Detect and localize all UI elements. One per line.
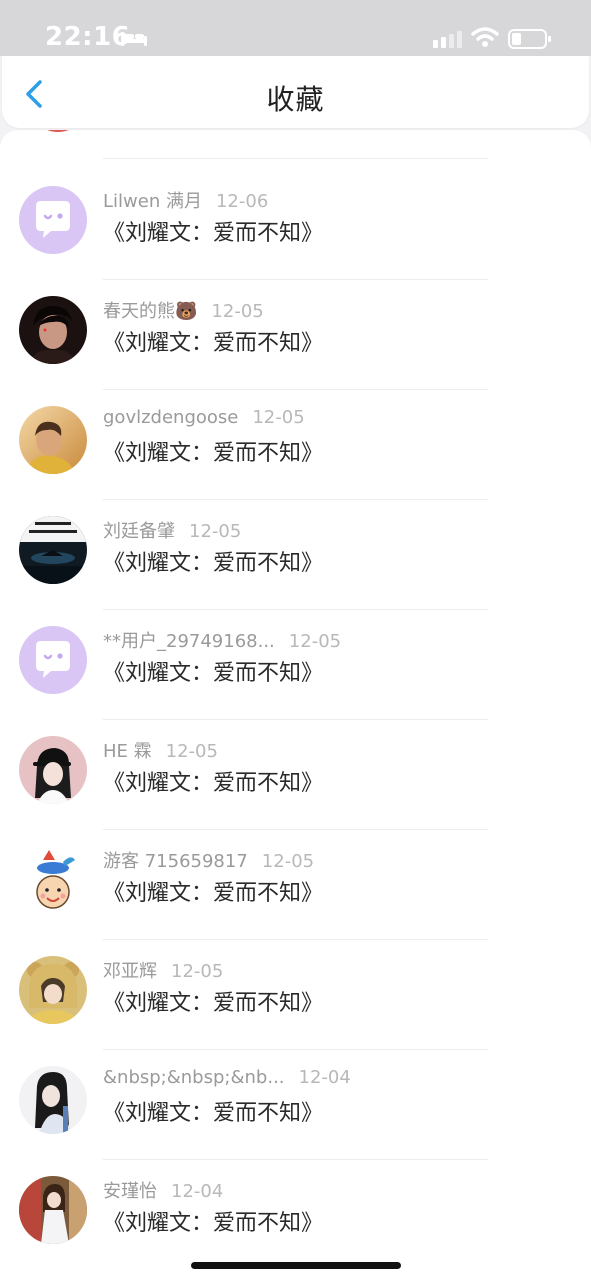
item-date: 12-06: [215, 191, 269, 212]
battery-icon: [508, 29, 551, 49]
item-title[interactable]: 《刘耀文：爱而不知》: [103, 325, 323, 357]
item-author[interactable]: 邓亚辉: [103, 961, 157, 982]
item-meta: 春天的熊🐻 12-05: [103, 297, 264, 323]
item-title[interactable]: 《刘耀文：爱而不知》: [103, 215, 323, 247]
default-chat-avatar: [19, 186, 87, 254]
list-item[interactable]: HE 霖 12-05 《刘耀文：爱而不知》: [0, 720, 591, 830]
long-hair-girl-avatar: [19, 1066, 87, 1134]
item-meta: 游客 715659817 12-05: [103, 847, 314, 873]
favorites-screen: 22:16 收藏 Lilwen 满月 12-06 《刘耀文：爱而不知》 春天的熊…: [0, 0, 591, 1280]
cap-girl-avatar: [19, 736, 87, 804]
cartoon-guest-avatar: [19, 846, 87, 914]
item-meta: 安瑾怡 12-04: [103, 1177, 223, 1203]
item-meta: 刘廷备肈 12-05: [103, 517, 241, 543]
item-meta: &nbsp;&nbsp;&nb... 12-04: [103, 1067, 351, 1088]
list-item[interactable]: &nbsp;&nbsp;&nb... 12-04 《刘耀文：爱而不知》: [0, 1050, 591, 1160]
item-author[interactable]: 春天的熊🐻: [103, 301, 197, 322]
item-meta: Lilwen 满月 12-06: [103, 187, 268, 213]
wifi-icon: [471, 27, 499, 47]
item-meta: 邓亚辉 12-05: [103, 957, 223, 983]
list-item[interactable]: 安瑾怡 12-04 《刘耀文：爱而不知》: [0, 1160, 591, 1270]
boy-portrait-avatar: [19, 296, 87, 364]
item-date: 12-05: [252, 407, 305, 428]
item-date: 12-05: [189, 521, 242, 542]
favorites-list: Lilwen 满月 12-06 《刘耀文：爱而不知》 春天的熊🐻 12-05 《…: [0, 130, 591, 1280]
list-item[interactable]: 刘廷备肈 12-05 《刘耀文：爱而不知》: [0, 500, 591, 610]
list-item[interactable]: 游客 715659817 12-05 《刘耀文：爱而不知》: [0, 830, 591, 940]
item-title[interactable]: 《刘耀文：爱而不知》: [103, 1205, 323, 1237]
night-island-avatar: [19, 516, 87, 584]
bear-hat-girl-avatar: [19, 956, 87, 1024]
list-item[interactable]: 邓亚辉 12-05 《刘耀文：爱而不知》: [0, 940, 591, 1050]
page-title: 收藏: [266, 83, 325, 116]
item-author[interactable]: govlzdengoose: [103, 407, 238, 428]
item-author[interactable]: 安瑾怡: [103, 1181, 157, 1202]
list-item[interactable]: govlzdengoose 12-05 《刘耀文：爱而不知》: [0, 390, 591, 500]
item-title[interactable]: 《刘耀文：爱而不知》: [103, 655, 323, 687]
status-time: 22:16: [45, 22, 131, 52]
item-title[interactable]: 《刘耀文：爱而不知》: [103, 1095, 323, 1127]
list-item[interactable]: 春天的熊🐻 12-05 《刘耀文：爱而不知》: [0, 280, 591, 390]
item-title[interactable]: 《刘耀文：爱而不知》: [103, 435, 323, 467]
item-date: 12-05: [261, 851, 315, 872]
item-date: 12-05: [171, 961, 224, 982]
item-author[interactable]: &nbsp;&nbsp;&nb...: [103, 1067, 285, 1088]
default-chat-avatar: [19, 626, 87, 694]
item-author[interactable]: HE 霖: [103, 741, 152, 762]
item-meta: **用户_29749168... 12-05: [103, 627, 341, 653]
item-date: 12-04: [298, 1067, 351, 1088]
item-title[interactable]: 《刘耀文：爱而不知》: [103, 985, 323, 1017]
dress-girl-avatar: [19, 1176, 87, 1244]
divider: [103, 158, 488, 159]
item-meta: govlzdengoose 12-05: [103, 407, 305, 428]
item-title[interactable]: 《刘耀文：爱而不知》: [103, 765, 323, 797]
item-date: 12-05: [211, 301, 264, 322]
item-author[interactable]: **用户_29749168...: [103, 631, 275, 652]
list-item[interactable]: **用户_29749168... 12-05 《刘耀文：爱而不知》: [0, 610, 591, 720]
item-meta: HE 霖 12-05: [103, 737, 218, 763]
item-date: 12-05: [288, 631, 342, 652]
item-author[interactable]: Lilwen 满月: [103, 191, 202, 212]
item-title[interactable]: 《刘耀文：爱而不知》: [103, 545, 323, 577]
item-author[interactable]: 游客 715659817: [103, 851, 248, 872]
item-title[interactable]: 《刘耀文：爱而不知》: [103, 875, 323, 907]
sunset-portrait-avatar: [19, 406, 87, 474]
item-author[interactable]: 刘廷备肈: [103, 521, 175, 542]
list-item[interactable]: Lilwen 满月 12-06 《刘耀文：爱而不知》: [0, 170, 591, 280]
status-bar: 22:16: [0, 0, 591, 56]
item-date: 12-04: [171, 1181, 224, 1202]
home-indicator[interactable]: [191, 1262, 401, 1269]
nav-header: 收藏: [2, 56, 589, 128]
cellular-signal-icon: [433, 31, 462, 48]
sleep-mode-icon: [121, 32, 147, 46]
item-date: 12-05: [165, 741, 218, 762]
partial-avatar: [28, 130, 88, 132]
